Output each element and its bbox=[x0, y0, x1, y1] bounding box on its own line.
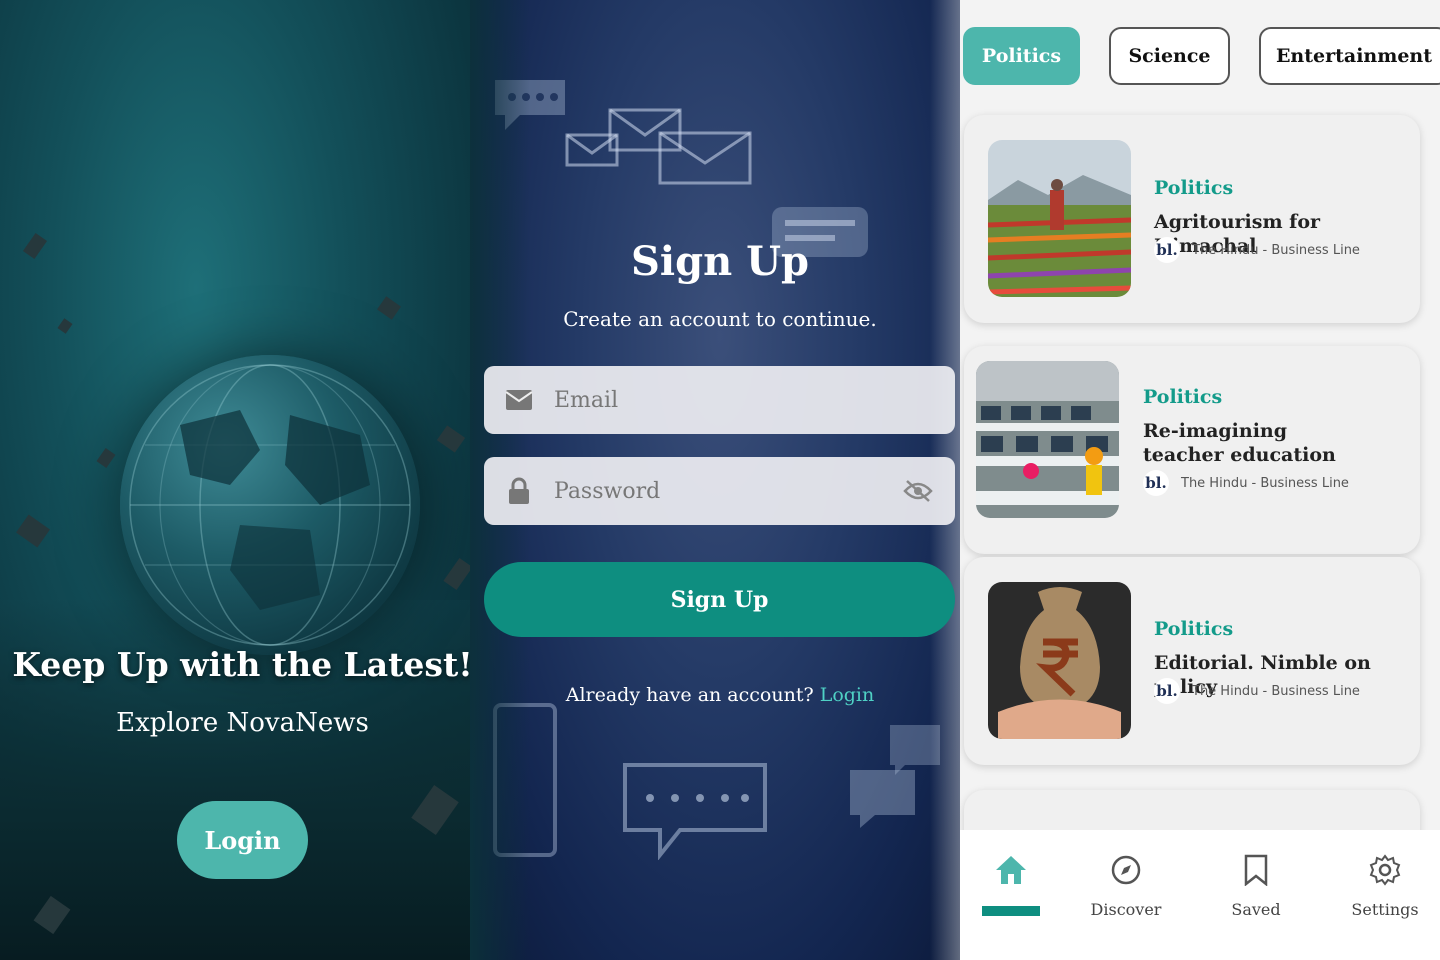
signup-button[interactable]: Sign Up bbox=[484, 562, 955, 637]
article-source: bl. The Hindu - Business Line bbox=[1143, 470, 1349, 496]
article-source: bl. The Hindu - Business Line bbox=[1154, 237, 1360, 263]
login-prompt: Already have an account? Login bbox=[470, 684, 970, 706]
debris-shard bbox=[436, 425, 466, 453]
email-field[interactable] bbox=[484, 366, 955, 434]
source-logo: bl. bbox=[1143, 470, 1169, 496]
debris-shard bbox=[96, 448, 116, 468]
article-thumbnail bbox=[988, 140, 1131, 297]
article-card[interactable]: Politics Editorial. Nimble on policy bl.… bbox=[964, 557, 1420, 765]
source-logo: bl. bbox=[1154, 237, 1180, 263]
article-source: bl. The Hindu - Business Line bbox=[1154, 678, 1360, 704]
chat-dots-icon bbox=[623, 763, 767, 860]
gear-icon bbox=[1369, 854, 1401, 890]
debris-shard bbox=[443, 557, 473, 591]
source-logo: bl. bbox=[1154, 678, 1180, 704]
welcome-headline: Keep Up with the Latest! bbox=[12, 645, 473, 684]
article-card[interactable]: Politics Re-imagining teacher education … bbox=[964, 346, 1420, 554]
signup-screen: Sign Up Create an account to continue. S… bbox=[470, 0, 970, 960]
welcome-subtitle: Explore NovaNews bbox=[116, 708, 369, 738]
article-title: Re-imagining teacher education bbox=[1143, 420, 1336, 466]
article-category: Politics bbox=[1143, 386, 1223, 408]
article-card[interactable]: Politics Agritourism for Himachal bl. Th… bbox=[964, 115, 1420, 323]
nav-saved[interactable]: Saved bbox=[1201, 854, 1311, 919]
login-button[interactable]: Login bbox=[177, 801, 308, 879]
email-input[interactable] bbox=[554, 387, 884, 413]
already-text: Already have an account? bbox=[565, 684, 814, 706]
source-name: The Hindu - Business Line bbox=[1192, 683, 1360, 699]
password-field[interactable] bbox=[484, 457, 955, 525]
article-thumbnail bbox=[988, 582, 1131, 739]
debris-shard bbox=[377, 296, 401, 320]
debris-shard bbox=[22, 232, 48, 260]
welcome-screen: Keep Up with the Latest! Explore NovaNew… bbox=[0, 0, 490, 960]
chip-entertainment[interactable]: Entertainment bbox=[1259, 27, 1440, 85]
home-icon bbox=[994, 856, 1028, 890]
nav-label: Settings bbox=[1351, 900, 1419, 919]
signup-title: Sign Up bbox=[631, 238, 809, 285]
debris-shard bbox=[16, 514, 50, 548]
nav-settings[interactable]: Settings bbox=[1330, 854, 1440, 919]
article-thumbnail bbox=[976, 361, 1119, 518]
mail-icon bbox=[484, 389, 554, 411]
globe-grid-icon bbox=[129, 364, 411, 646]
bookmark-icon bbox=[1242, 854, 1270, 890]
active-tab-indicator bbox=[982, 906, 1040, 916]
login-link[interactable]: Login bbox=[820, 684, 875, 706]
nav-home[interactable] bbox=[960, 854, 1066, 890]
signup-subtitle: Create an account to continue. bbox=[563, 307, 877, 331]
article-category: Politics bbox=[1154, 618, 1234, 640]
lock-icon bbox=[484, 477, 554, 505]
compass-icon bbox=[1110, 855, 1142, 890]
bottom-nav: Discover Saved Settings bbox=[960, 830, 1440, 960]
debris-shard bbox=[57, 318, 73, 334]
nav-label: Saved bbox=[1231, 900, 1281, 919]
envelope-icon bbox=[565, 108, 752, 185]
chip-politics[interactable]: Politics bbox=[963, 27, 1080, 85]
source-name: The Hindu - Business Line bbox=[1192, 242, 1360, 258]
nav-discover[interactable]: Discover bbox=[1071, 854, 1181, 919]
chip-science[interactable]: Science bbox=[1109, 27, 1230, 85]
article-category: Politics bbox=[1154, 177, 1234, 199]
password-input[interactable] bbox=[554, 478, 884, 504]
eye-off-icon[interactable] bbox=[903, 479, 933, 507]
source-name: The Hindu - Business Line bbox=[1181, 475, 1349, 491]
feed-screen: Politics Science Entertainment Politics bbox=[960, 0, 1440, 960]
globe-illustration bbox=[120, 355, 420, 655]
nav-label: Discover bbox=[1090, 900, 1162, 919]
